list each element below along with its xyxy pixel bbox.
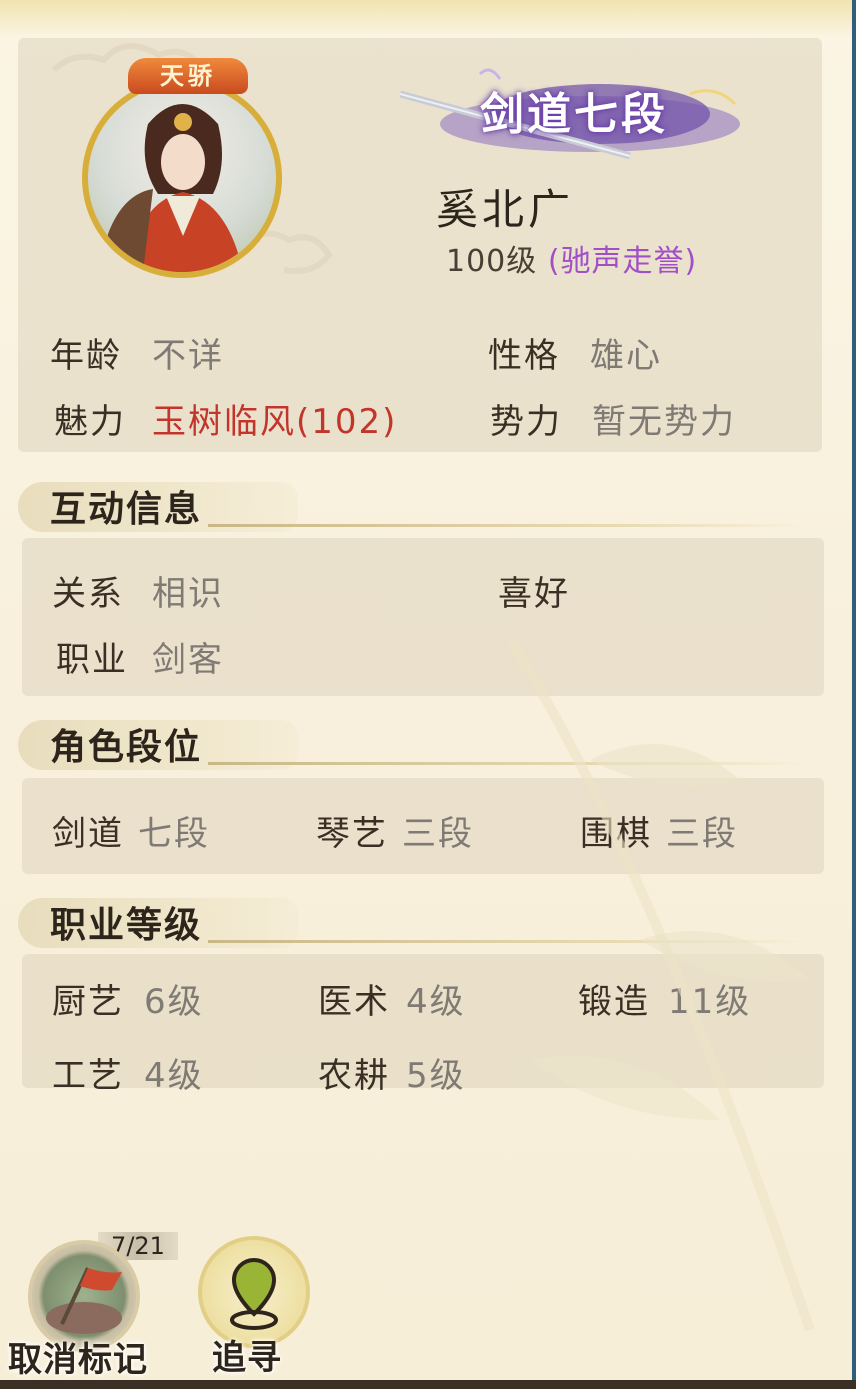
relation-label: 关系 [52, 574, 124, 614]
section-title: 互动信息 [50, 489, 203, 530]
rank-title: 剑道七段 [480, 89, 668, 140]
character-level: 100级 [446, 244, 538, 279]
job-label: 职业 [56, 640, 128, 680]
character-level-line: 100级 (驰声走誉) [446, 236, 697, 280]
relation-value: 相识 [152, 574, 224, 614]
bamboo-watermark [505, 640, 815, 1332]
profession-value: 5级 [406, 1056, 466, 1096]
charm-value: 玉树临风(102) [152, 402, 398, 442]
tianjiao-badge: 天骄 [128, 58, 248, 94]
character-avatar [82, 78, 282, 278]
profession-value: 4级 [144, 1056, 204, 1096]
section-header-interaction: 互动信息 [18, 480, 808, 536]
unmark-label[interactable]: 取消标记 [8, 1332, 148, 1381]
profession-label: 工艺 [52, 1056, 124, 1096]
character-info-panel: 天骄 剑道七段 奚北广 100级 (驰声走誉) 年龄 不详 性格 雄心 魅力 玉… [0, 0, 856, 1389]
character-portrait-icon [103, 104, 243, 272]
track-label[interactable]: 追寻 [212, 1330, 282, 1379]
rank-value: 三段 [402, 814, 474, 854]
job-value: 剑客 [152, 640, 224, 680]
character-name: 奚北广 [436, 185, 575, 234]
profession-label: 医术 [318, 982, 390, 1022]
faction-label: 势力 [490, 402, 562, 442]
bottom-edge [0, 1380, 856, 1389]
personality-label: 性格 [488, 336, 560, 376]
character-honor-title: (驰声走誉) [547, 244, 698, 279]
profession-value: 4级 [406, 982, 466, 1022]
faction-value: 暂无势力 [592, 402, 736, 442]
age-value: 不详 [152, 336, 224, 376]
location-pin-icon [230, 1257, 278, 1330]
age-label: 年龄 [50, 336, 122, 376]
section-title: 职业等级 [50, 905, 203, 946]
section-title: 角色段位 [50, 727, 203, 768]
personality-value: 雄心 [590, 336, 662, 376]
profession-value: 6级 [144, 982, 204, 1022]
rank-value: 七段 [138, 814, 210, 854]
profession-label: 农耕 [318, 1056, 390, 1096]
rank-label: 琴艺 [316, 814, 388, 854]
hobby-label: 喜好 [498, 574, 570, 614]
profession-label: 厨艺 [52, 982, 124, 1022]
charm-label: 魅力 [54, 402, 126, 442]
rank-label: 剑道 [52, 814, 124, 854]
